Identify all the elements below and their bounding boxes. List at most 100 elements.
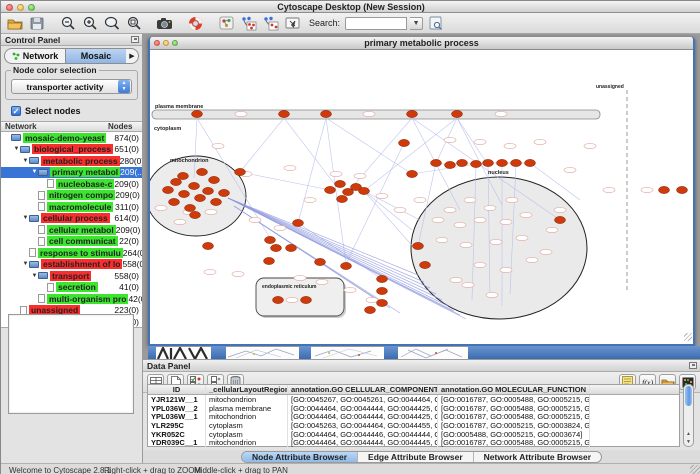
node-label-pill[interactable] [516,235,528,240]
tree-row[interactable]: cellular metabol209(0) [1,224,142,236]
node-label-pill[interactable] [354,173,366,178]
graph-node[interactable] [483,159,494,166]
graph-node[interactable] [178,172,189,179]
column-header[interactable]: annotation.GO MOLECULAR_FUNCTION [438,385,590,394]
graph-node[interactable] [195,194,206,201]
graph-node[interactable] [377,275,388,282]
tree-row[interactable]: ▼transport558(0) [1,270,142,282]
graph-node[interactable] [169,198,180,205]
canvas-resize-grip[interactable] [684,333,692,341]
graph-node[interactable] [190,211,201,218]
node-label-pill[interactable] [363,111,375,116]
node-label-pill[interactable] [432,217,444,222]
graph-node[interactable] [264,257,275,264]
tab-network[interactable]: Network [5,49,65,63]
node-label-pill[interactable] [205,209,217,214]
graph-edge[interactable] [364,191,416,250]
node-label-pill[interactable] [526,257,538,262]
node-label-pill[interactable] [316,279,328,284]
tab-overflow-arrow[interactable]: ▶ [126,52,138,60]
node-label-pill[interactable] [286,297,298,302]
graph-node[interactable] [452,110,463,117]
graph-node[interactable] [315,258,326,265]
graph-edge[interactable] [326,118,412,174]
graph-node[interactable] [163,186,174,193]
save-session-icon[interactable] [27,15,46,32]
graph-node[interactable] [286,244,297,251]
graph-node[interactable] [407,170,418,177]
graph-node[interactable] [525,159,536,166]
node-label-pill[interactable] [174,219,186,224]
graph-edge[interactable] [412,164,476,174]
tree-row[interactable]: ▼metabolic process280(0) [1,155,142,167]
background-window-fragment[interactable] [398,346,468,359]
graph-node[interactable] [279,110,290,117]
graph-node[interactable] [203,187,214,194]
node-label-pill[interactable] [500,267,512,272]
tree-row[interactable]: response to stimulu264(0) [1,247,142,259]
expand-arrow-icon[interactable]: ▼ [31,169,38,175]
graph-node[interactable] [337,195,348,202]
node-label-pill[interactable] [376,193,388,198]
table-row[interactable]: YDR039C__1mitochondrion[GO:0044464, GO:0… [148,438,679,447]
graph-node[interactable] [555,216,566,223]
node-label-pill[interactable] [235,111,247,116]
node-label-pill[interactable] [444,137,456,142]
node-label-pill[interactable] [436,237,448,242]
tree-row[interactable]: nucleobase-c209(0) [1,178,142,190]
node-label-pill[interactable] [534,139,546,144]
graph-node[interactable] [209,176,220,183]
graph-edge[interactable] [240,172,330,190]
help-lifesaver-icon[interactable] [186,15,205,32]
background-window-fragment[interactable] [311,346,384,359]
tab-mosaic[interactable]: Mosaic [65,49,126,63]
column-header[interactable]: _cellularLayoutRegion [206,385,288,394]
node-label-pill[interactable] [450,277,462,282]
background-window-fragment[interactable] [226,346,299,359]
node-label-pill[interactable] [462,282,474,287]
graph-node[interactable] [325,186,336,193]
node-label-pill[interactable] [474,262,486,267]
node-label-pill[interactable] [330,171,342,176]
node-label-pill[interactable] [344,287,356,292]
graph-node[interactable] [341,262,352,269]
node-label-pill[interactable] [394,207,406,212]
zoom-fit-icon[interactable] [102,15,121,32]
advanced-search-icon[interactable] [426,15,445,32]
open-file-icon[interactable] [5,15,24,32]
table-row[interactable]: YPL036W__1mitochondrion[GO:0044464, GO:0… [148,412,679,421]
graph-node[interactable] [457,159,468,166]
expand-arrow-icon[interactable]: ▼ [22,215,29,221]
background-window-edge[interactable] [211,346,226,359]
expand-arrow-icon[interactable]: ▼ [22,261,29,267]
node-label-pill[interactable] [506,197,518,202]
background-window-edge[interactable] [148,346,156,359]
node-label-pill[interactable] [584,143,596,148]
graph-node[interactable] [171,178,182,185]
node-label-pill[interactable] [474,217,486,222]
graph-node[interactable] [219,189,230,196]
tree-row[interactable]: multi-organism pro42(0) [1,293,142,305]
graph-node[interactable] [211,198,222,205]
annotation-note-icon[interactable] [283,15,302,32]
graph-edge[interactable] [240,118,284,172]
node-label-pill[interactable] [155,205,167,210]
graph-node[interactable] [365,306,376,313]
background-window-edge[interactable] [384,346,398,359]
graph-edge[interactable] [364,118,457,191]
snapshot-camera-icon[interactable] [155,15,174,32]
search-input[interactable] [345,17,407,30]
tree-row[interactable]: ▼primary metabol209(... [1,167,142,179]
graph-node[interactable] [265,236,276,243]
node-color-dropdown[interactable]: transporter activity ▲▼ [11,79,132,94]
expand-arrow-icon[interactable]: ▼ [31,273,38,279]
expand-arrow-icon[interactable]: ▼ [22,158,29,164]
graph-node[interactable] [321,110,332,117]
graph-node[interactable] [192,110,203,117]
table-row[interactable]: YJR121W__1mitochondrion[GO:0045267, GO:0… [148,395,679,404]
node-label-pill[interactable] [603,187,615,192]
node-label-pill[interactable] [444,207,456,212]
node-label-pill[interactable] [249,217,261,222]
graph-node[interactable] [235,168,246,175]
graph-node[interactable] [413,242,424,249]
